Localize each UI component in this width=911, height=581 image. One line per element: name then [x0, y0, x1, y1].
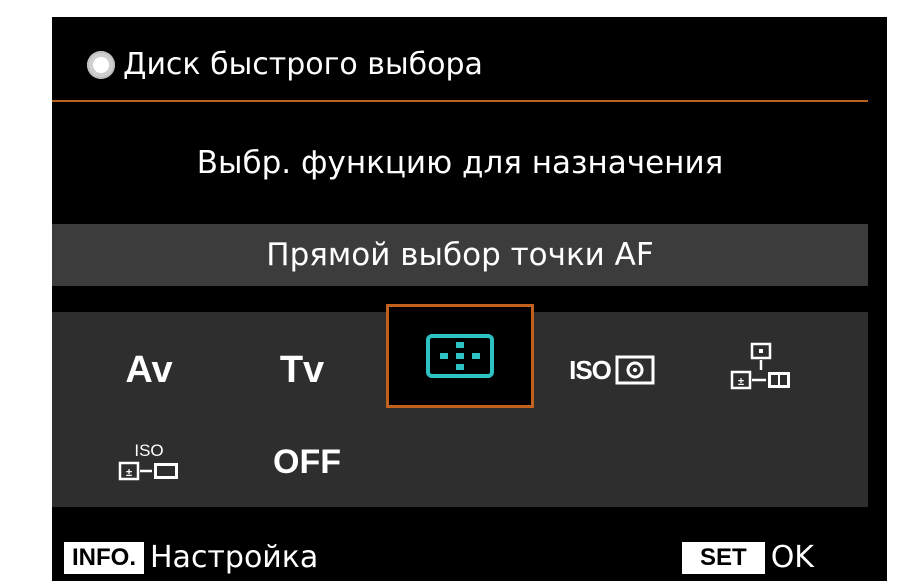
footer-set[interactable]: SET OK	[682, 540, 814, 575]
set-button-key[interactable]: SET	[682, 541, 765, 574]
info-button-label: Настройка	[150, 540, 319, 575]
option-iso-comp[interactable]: ISO ±	[104, 424, 194, 500]
camera-menu-screen: Диск быстрого выбора Выбр. функцию для н…	[52, 17, 887, 581]
svg-text:±: ±	[738, 376, 744, 388]
svg-text:±: ±	[126, 467, 132, 479]
quick-control-dial-icon	[87, 50, 115, 79]
option-off[interactable]: OFF	[262, 430, 352, 494]
selected-function-name: Прямой выбор точки AF	[52, 224, 868, 286]
menu-header: Диск быстрого выбора	[87, 47, 483, 82]
option-iso-comp-label: ISO	[134, 441, 164, 460]
page-title: Диск быстрого выбора	[123, 47, 483, 82]
af-point-select-icon	[426, 334, 494, 378]
set-button-label: OK	[770, 540, 814, 575]
option-iso-metering[interactable]: ISO	[557, 330, 667, 410]
option-av-label: Av	[125, 348, 173, 391]
option-av[interactable]: Av	[104, 330, 194, 410]
metering-icon	[615, 355, 655, 385]
instruction-text: Выбр. функцию для назначения	[196, 145, 724, 181]
option-exposure-comp[interactable]: ±	[716, 326, 806, 410]
info-button-key[interactable]: INFO.	[64, 541, 144, 574]
option-af-point-selection[interactable]	[386, 304, 534, 408]
exposure-comp-icon: ±	[730, 342, 790, 390]
footer-info[interactable]: INFO. Настройка	[64, 540, 318, 575]
option-tv[interactable]: Tv	[262, 330, 342, 410]
option-tv-label: Tv	[279, 348, 325, 391]
header-divider	[52, 100, 868, 102]
iso-comp-icon: ±	[118, 461, 178, 481]
function-options-panel: Av Tv ISO ± ISO ± OFF	[52, 304, 868, 507]
option-off-label: OFF	[273, 442, 341, 481]
option-iso-label: ISO	[569, 354, 612, 385]
